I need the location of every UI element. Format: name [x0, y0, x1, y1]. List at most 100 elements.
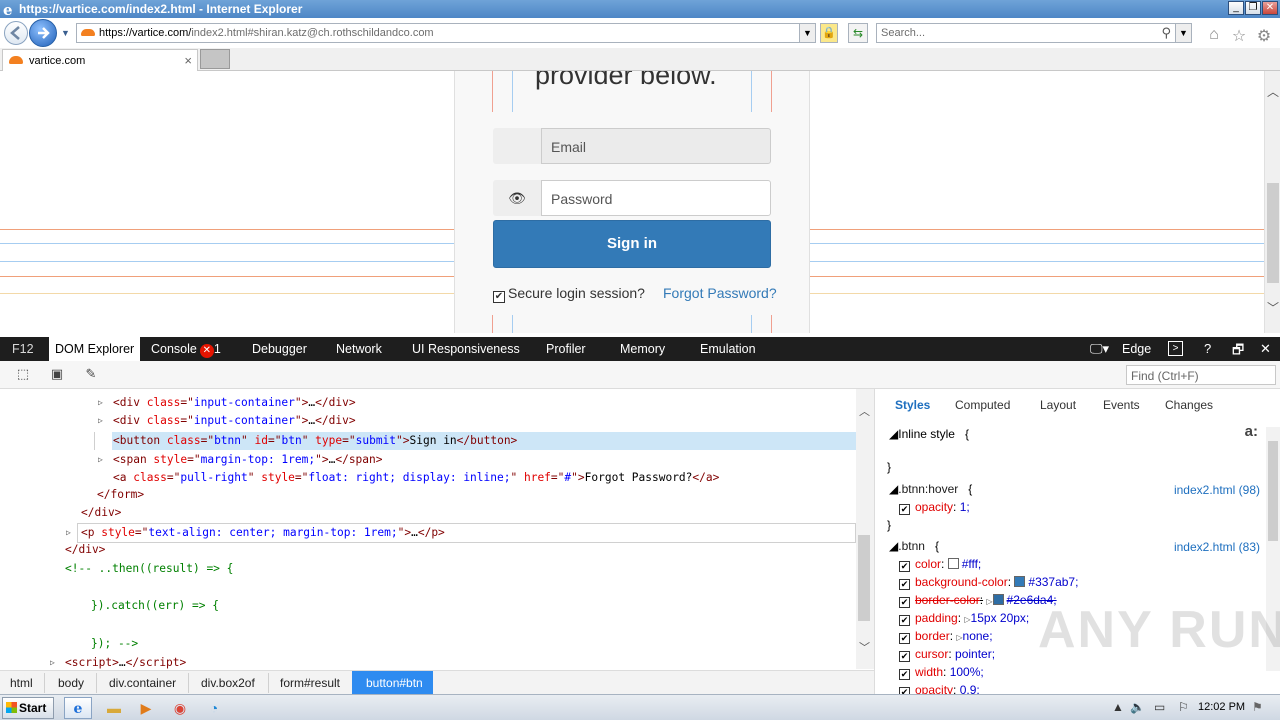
- tab-close-icon[interactable]: ×: [184, 53, 192, 68]
- breadcrumb-div-container[interactable]: div.container: [109, 676, 176, 690]
- notifications-icon[interactable]: ⚑: [1252, 700, 1263, 714]
- clock[interactable]: 12:02 PM: [1198, 701, 1245, 713]
- scrollbar-thumb[interactable]: [858, 535, 870, 621]
- tab-vartice[interactable]: vartice.com ×: [2, 49, 198, 71]
- dom-node[interactable]: <a class="pull-right" style="float: righ…: [113, 469, 719, 487]
- lock-icon[interactable]: 🔒: [820, 23, 838, 43]
- style-property[interactable]: ✔ width: 100%;: [899, 663, 984, 681]
- tab-debugger[interactable]: Debugger: [252, 342, 307, 356]
- dom-node[interactable]: <p style="text-align: center; margin-top…: [81, 524, 445, 542]
- style-property[interactable]: ✔ border: ▷none;: [899, 627, 993, 645]
- checkbox-checked-icon[interactable]: ✔: [899, 633, 910, 644]
- tab-network[interactable]: Network: [336, 342, 382, 356]
- tab-ui-responsiveness[interactable]: UI Responsiveness: [412, 342, 520, 356]
- breadcrumb-form-result[interactable]: form#result: [280, 676, 340, 690]
- breadcrumb-body[interactable]: body: [58, 676, 84, 690]
- expand-triangle-icon[interactable]: ▷: [66, 528, 71, 537]
- refresh-icon[interactable]: ⇆: [848, 23, 868, 43]
- address-url[interactable]: https://vartice.com/index2.html#shiran.k…: [99, 27, 434, 39]
- dom-node[interactable]: <div class="input-container">…</div>: [113, 394, 356, 412]
- style-property[interactable]: ✔ opacity: 0.9;: [899, 681, 980, 694]
- dom-node[interactable]: </form>: [97, 486, 144, 504]
- back-button[interactable]: [4, 21, 28, 45]
- tab-styles[interactable]: Styles: [895, 398, 930, 412]
- history-dropdown-icon[interactable]: ▼: [61, 28, 70, 38]
- minimize-button[interactable]: _: [1228, 1, 1244, 15]
- expand-triangle-icon[interactable]: ▷: [98, 416, 103, 425]
- dom-node-selected[interactable]: <button class="btnn" id="btn" type="subm…: [113, 432, 517, 450]
- checkbox-checked-icon[interactable]: ✔: [899, 561, 910, 572]
- forgot-password-link[interactable]: Forgot Password?: [663, 285, 777, 301]
- tab-console[interactable]: Console ✕ 1: [151, 342, 221, 358]
- color-swatch[interactable]: [1014, 576, 1026, 587]
- style-property-overridden[interactable]: ✔ border-color: ▷ #2e6da4;: [899, 591, 1057, 609]
- page-scrollbar[interactable]: ︿ ﹀: [1264, 71, 1280, 333]
- file-explorer-icon[interactable]: ▬: [100, 697, 128, 719]
- tab-emulation[interactable]: Emulation: [700, 342, 756, 356]
- dom-comment[interactable]: <!-- ..then((result) => {: [65, 560, 233, 578]
- checkbox-checked-icon[interactable]: ✔: [899, 504, 910, 515]
- hover-rule-selector[interactable]: ◢.btnn:hover {: [889, 480, 972, 498]
- dom-node[interactable]: <span style="margin-top: 1rem;">…</span>: [113, 451, 383, 469]
- style-property[interactable]: ✔ opacity: 1;: [899, 498, 970, 516]
- color-picker-icon[interactable]: ✎: [82, 366, 100, 384]
- tab-layout[interactable]: Layout: [1040, 398, 1076, 412]
- tab-computed[interactable]: Computed: [955, 398, 1010, 412]
- tab-profiler[interactable]: Profiler: [546, 342, 586, 356]
- style-property[interactable]: ✔ padding: ▷15px 20px;: [899, 609, 1029, 627]
- dom-node[interactable]: <script>…</script>: [65, 654, 186, 669]
- breadcrumb-html[interactable]: html: [10, 676, 33, 690]
- hover-rule-source-link[interactable]: index2.html (98): [1174, 483, 1260, 497]
- style-property[interactable]: ✔ background-color: #337ab7;: [899, 573, 1078, 591]
- btnn-rule-source-link[interactable]: index2.html (83): [1174, 540, 1260, 554]
- checkbox-checked-icon[interactable]: ✔: [899, 597, 910, 608]
- tab-events[interactable]: Events: [1103, 398, 1140, 412]
- email-field[interactable]: Email: [541, 128, 771, 164]
- dom-comment[interactable]: }); -->: [91, 635, 138, 653]
- device-mode-icon[interactable]: 🖵▾: [1090, 341, 1109, 357]
- breadcrumb-button-btn[interactable]: button#btn: [352, 671, 433, 695]
- expand-triangle-icon[interactable]: ▷: [98, 398, 103, 407]
- search-input[interactable]: Search...: [881, 27, 925, 39]
- tray-expand-icon[interactable]: ▲: [1112, 700, 1124, 714]
- tab-memory[interactable]: Memory: [620, 342, 665, 356]
- home-icon[interactable]: ⌂: [1205, 26, 1223, 44]
- search-dropdown-button[interactable]: ▼: [1175, 24, 1191, 42]
- address-bar[interactable]: https://vartice.com/index2.html#shiran.k…: [76, 23, 816, 43]
- checkbox-checked-icon[interactable]: ✔: [899, 579, 910, 590]
- inline-style-rule[interactable]: ◢Inline style {: [889, 425, 969, 443]
- dom-node[interactable]: </div>: [81, 504, 121, 522]
- help-icon[interactable]: ?: [1204, 341, 1211, 356]
- style-property[interactable]: ✔ cursor: pointer;: [899, 645, 995, 663]
- dom-tree[interactable]: ▷ <div class="input-container">…</div> ▷…: [0, 389, 856, 669]
- checkbox-checked-icon[interactable]: ✔: [899, 651, 910, 662]
- expand-triangle-icon[interactable]: ▷: [98, 455, 103, 464]
- breadcrumb-div-box2of[interactable]: div.box2of: [201, 676, 255, 690]
- find-input[interactable]: Find (Ctrl+F): [1126, 365, 1276, 385]
- scrollbar-thumb[interactable]: [1268, 441, 1278, 541]
- dom-comment[interactable]: }).catch((err) => {: [91, 597, 219, 615]
- address-dropdown-button[interactable]: ▼: [799, 24, 815, 42]
- close-window-button[interactable]: ✕: [1262, 1, 1278, 15]
- volume-icon[interactable]: 🔈: [1130, 700, 1145, 714]
- checkbox-checked-icon[interactable]: ✔: [899, 615, 910, 626]
- gear-icon[interactable]: ⚙: [1255, 26, 1273, 46]
- dom-node[interactable]: </div>: [65, 541, 105, 559]
- search-box[interactable]: Search... ⚲ ▼: [876, 23, 1192, 43]
- start-button[interactable]: Start: [2, 697, 54, 719]
- network-icon[interactable]: ▭: [1154, 700, 1165, 714]
- font-toggle-icon[interactable]: a:: [1245, 423, 1258, 441]
- eye-icon[interactable]: 👁: [493, 180, 541, 216]
- tab-changes[interactable]: Changes: [1165, 398, 1213, 412]
- internet-explorer-taskbar-icon[interactable]: e: [64, 697, 92, 719]
- highlight-element-icon[interactable]: ▣: [48, 366, 66, 384]
- chrome-icon[interactable]: ◉: [166, 697, 194, 719]
- checkbox-checked-icon[interactable]: ✔: [493, 291, 505, 303]
- select-element-icon[interactable]: ⬚: [14, 366, 32, 384]
- forward-button[interactable]: [29, 19, 57, 47]
- color-swatch[interactable]: [992, 594, 1004, 605]
- media-player-icon[interactable]: ▶: [132, 697, 160, 719]
- dom-node[interactable]: <div class="input-container">…</div>: [113, 412, 356, 430]
- color-swatch[interactable]: [947, 558, 959, 569]
- new-tab-button[interactable]: [200, 49, 230, 69]
